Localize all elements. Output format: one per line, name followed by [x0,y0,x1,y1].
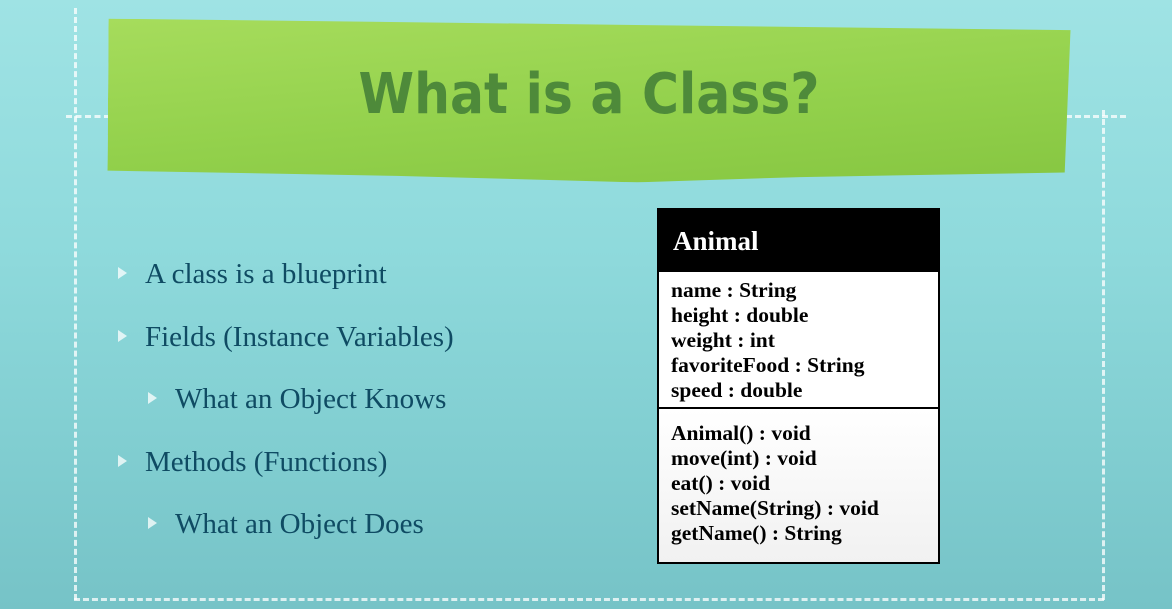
bullet-text: Fields (Instance Variables) [145,321,454,353]
bullet-arrow-icon [118,455,127,468]
uml-fields-section: name : String height : double weight : i… [659,272,938,409]
stitch-border-top-left [66,115,110,118]
uml-field: weight : int [671,328,775,352]
sub-bullet-item: What an Object Does [148,508,424,541]
uml-field: speed : double [671,378,803,402]
bullet-arrow-icon [118,267,127,280]
uml-field: height : double [671,303,809,327]
uml-field: name : String [671,278,797,302]
uml-method: setName(String) : void [671,496,879,520]
stitch-border-bottom [74,598,1104,601]
sub-bullet-item: What an Object Knows [148,383,446,416]
stitch-border-top-right [1066,115,1126,118]
uml-method: Animal() : void [671,421,811,445]
bullet-text: A class is a blueprint [145,258,387,290]
bullet-item: Methods (Functions) [118,446,387,479]
stitch-border-right [1102,110,1105,600]
bullet-item: A class is a blueprint [118,258,387,291]
slide: What is a Class? A class is a blueprint … [0,0,1172,609]
uml-method: getName() : String [671,521,842,545]
uml-class-diagram: Animal name : String height : double wei… [657,208,940,564]
uml-method: eat() : void [671,471,771,495]
bullet-arrow-icon [148,517,157,530]
uml-field: favoriteFood : String [671,353,865,377]
bullet-text: What an Object Does [175,508,424,540]
stitch-border-left [74,8,77,600]
uml-method: move(int) : void [671,446,817,470]
uml-methods-section: Animal() : void move(int) : void eat() :… [659,409,938,562]
slide-title: What is a Class? [358,62,820,127]
bullet-arrow-icon [118,330,127,343]
bullet-text: What an Object Knows [175,383,447,415]
uml-class-name: Animal [659,210,938,272]
bullet-arrow-icon [148,392,157,405]
bullet-text: Methods (Functions) [145,446,388,478]
bullet-item: Fields (Instance Variables) [118,321,454,354]
